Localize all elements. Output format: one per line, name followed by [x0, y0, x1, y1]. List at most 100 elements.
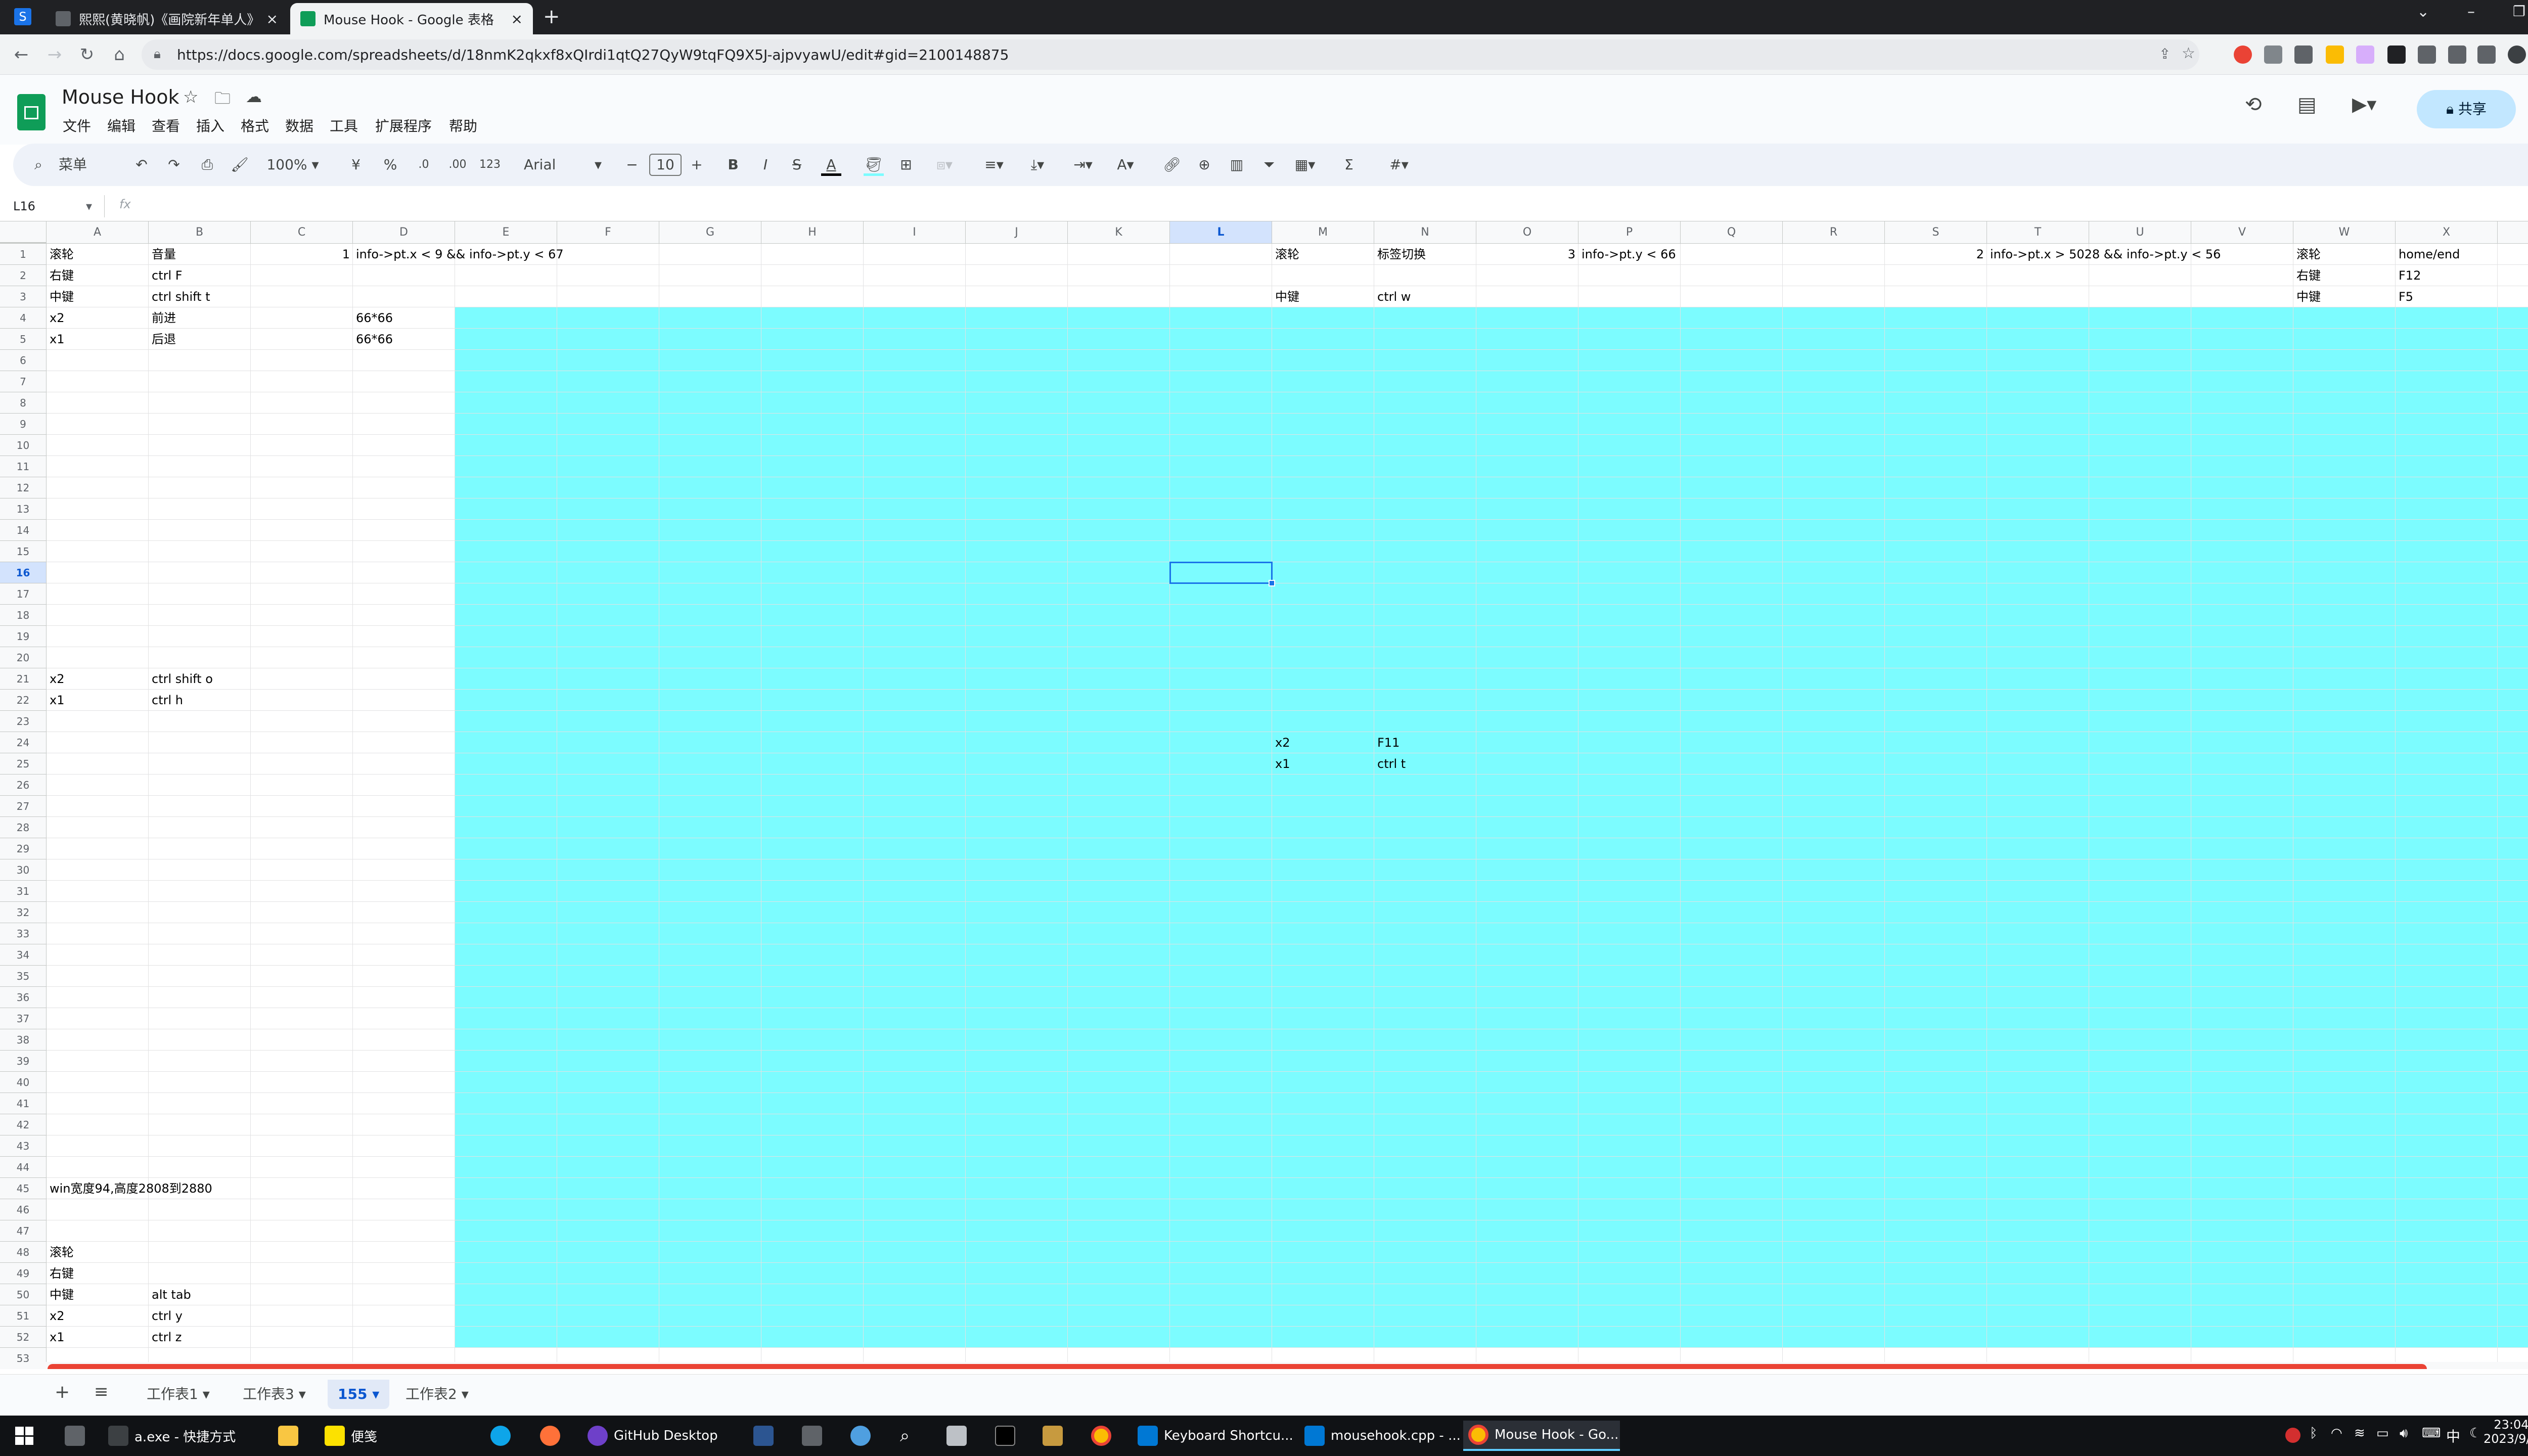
row-header-41[interactable]: 41 [0, 1093, 47, 1114]
row-header-47[interactable]: 47 [0, 1220, 47, 1242]
row-header-42[interactable]: 42 [0, 1114, 47, 1135]
minimize-icon[interactable]: – [2467, 3, 2475, 21]
row-header-20[interactable]: 20 [0, 647, 47, 668]
row-header-26[interactable]: 26 [0, 775, 47, 796]
menu-edit[interactable]: 编辑 [107, 115, 136, 135]
antivirus-tray-icon[interactable] [2285, 1428, 2300, 1443]
column-header-W[interactable]: W [2293, 221, 2396, 244]
menu-format[interactable]: 格式 [241, 115, 269, 135]
cell-B50[interactable]: alt tab [149, 1284, 191, 1305]
cell-N24[interactable]: F11 [1374, 732, 1400, 753]
extension-gray-icon[interactable] [2264, 46, 2282, 64]
insert-link-icon[interactable]: 🔗︎ [1162, 154, 1182, 176]
fill-handle[interactable] [1269, 580, 1275, 586]
browser-tab-1[interactable]: 熙熙(黄晓帆)《画院新年单人》 × [46, 3, 288, 34]
column-header-J[interactable]: J [966, 221, 1068, 244]
browser-tab-2[interactable]: Mouse Hook - Google 表格 × [290, 3, 533, 34]
filter-icon[interactable]: ⏷ [1259, 154, 1279, 176]
taskbar-item-github-desktop[interactable]: GitHub Desktop [582, 1421, 724, 1451]
tab-list-chevron-icon[interactable]: ⌄ [2417, 3, 2429, 21]
column-header-N[interactable]: N [1374, 221, 1476, 244]
column-header-D[interactable]: D [353, 221, 455, 244]
address-bar[interactable]: 🔒︎ https://docs.google.com/spreadsheets/… [142, 39, 2199, 70]
column-header-Y[interactable]: Y [2498, 221, 2528, 244]
cell-B51[interactable]: ctrl y [149, 1305, 183, 1327]
cell-A50[interactable]: 中键 [47, 1284, 74, 1305]
column-header-V[interactable]: V [2191, 221, 2293, 244]
row-header-46[interactable]: 46 [0, 1199, 47, 1220]
row-header-51[interactable]: 51 [0, 1305, 47, 1327]
cell-M24[interactable]: x2 [1272, 732, 1290, 753]
cell-A5[interactable]: x1 [47, 329, 64, 350]
remote-desktop-icon[interactable] [941, 1421, 978, 1451]
cell-W2[interactable]: 右键 [2293, 265, 2321, 286]
menu-data[interactable]: 数据 [285, 115, 313, 135]
ime-indicator[interactable]: 中 [2446, 1426, 2460, 1446]
cell-A4[interactable]: x2 [47, 307, 64, 329]
new-tab-button[interactable]: + [543, 5, 560, 28]
cell-N1[interactable]: 标签切换 [1374, 244, 1426, 265]
column-header-B[interactable]: B [149, 221, 251, 244]
row-header-25[interactable]: 25 [0, 753, 47, 775]
cell-A3[interactable]: 中键 [47, 286, 74, 307]
row-header-45[interactable]: 45 [0, 1178, 47, 1199]
select-all-corner[interactable] [0, 221, 47, 244]
input-tools-icon[interactable]: #▾ [1381, 154, 1417, 176]
menu-tools[interactable]: 工具 [330, 115, 358, 135]
cell-B22[interactable]: ctrl h [149, 690, 183, 711]
cell-P1[interactable]: info->pt.y < 66 [1578, 244, 1676, 265]
row-header-33[interactable]: 33 [0, 923, 47, 944]
cell-B5[interactable]: 后退 [149, 329, 176, 350]
battery-tray-icon[interactable]: ▭ [2376, 1426, 2389, 1441]
column-header-C[interactable]: C [251, 221, 353, 244]
restore-icon[interactable]: ❐ [2513, 3, 2525, 20]
ime-mode-icon[interactable]: ☾ [2469, 1426, 2481, 1441]
strikethrough-button[interactable]: S [788, 154, 806, 176]
row-header-29[interactable]: 29 [0, 838, 47, 859]
taskbar-item-keyboard-shortcuts[interactable]: Keyboard Shortcu... [1133, 1421, 1293, 1451]
clock[interactable]: 23:04 2023/9/10 [2484, 1418, 2528, 1446]
tab-search-icon[interactable]: S [14, 8, 31, 25]
column-header-H[interactable]: H [761, 221, 864, 244]
functions-button[interactable]: Σ [1339, 154, 1359, 176]
cell-X1[interactable]: home/end [2396, 244, 2460, 265]
redo-icon[interactable]: ↷ [165, 154, 183, 176]
column-header-Q[interactable]: Q [1681, 221, 1783, 244]
row-header-36[interactable]: 36 [0, 987, 47, 1008]
zoom-select[interactable]: 100% ▾ [265, 154, 321, 176]
share-page-icon[interactable]: ⇪ [2159, 46, 2171, 62]
row-header-35[interactable]: 35 [0, 966, 47, 987]
filter-views-icon[interactable]: ▦▾ [1287, 154, 1323, 176]
cell-X3[interactable]: F5 [2396, 286, 2413, 307]
cell-O1[interactable]: 3 [1476, 244, 1578, 265]
paint-icon[interactable] [845, 1421, 882, 1451]
row-header-16[interactable]: 16 [0, 562, 47, 583]
row-header-19[interactable]: 19 [0, 626, 47, 647]
menu-file[interactable]: 文件 [63, 115, 91, 135]
menu-view[interactable]: 查看 [152, 115, 180, 135]
borders-icon[interactable]: ⊞ [896, 154, 916, 176]
add-sheet-button[interactable]: + [55, 1382, 70, 1402]
cell-A52[interactable]: x1 [47, 1327, 64, 1348]
move-folder-icon[interactable]: 🗀︎ [214, 87, 231, 114]
row-header-9[interactable]: 9 [0, 414, 47, 435]
chrome-icon[interactable] [1086, 1421, 1122, 1451]
percent-format-button[interactable]: % [381, 154, 399, 176]
powershell-icon[interactable] [748, 1421, 785, 1451]
row-header-40[interactable]: 40 [0, 1072, 47, 1093]
print-icon[interactable]: ⎙ [198, 154, 216, 176]
cell-N3[interactable]: ctrl w [1374, 286, 1411, 307]
lock-icon[interactable]: 🔒︎ [154, 47, 161, 62]
task-view-icon[interactable] [60, 1421, 96, 1451]
sidebar-icon[interactable] [2477, 46, 2496, 64]
search-icon[interactable]: ⌕ [33, 154, 43, 176]
horizontal-align-icon[interactable]: ≡▾ [979, 154, 1009, 176]
row-header-15[interactable]: 15 [0, 541, 47, 562]
column-header-E[interactable]: E [455, 221, 557, 244]
sheet-tab-1[interactable]: 工作表1 ▾ [137, 1380, 220, 1409]
cell-C1[interactable]: 1 [251, 244, 353, 265]
row-header-37[interactable]: 37 [0, 1008, 47, 1029]
column-header-U[interactable]: U [2089, 221, 2191, 244]
insert-comment-icon[interactable]: ⊕ [1194, 154, 1214, 176]
horizontal-scrollbar[interactable] [0, 1362, 2528, 1369]
